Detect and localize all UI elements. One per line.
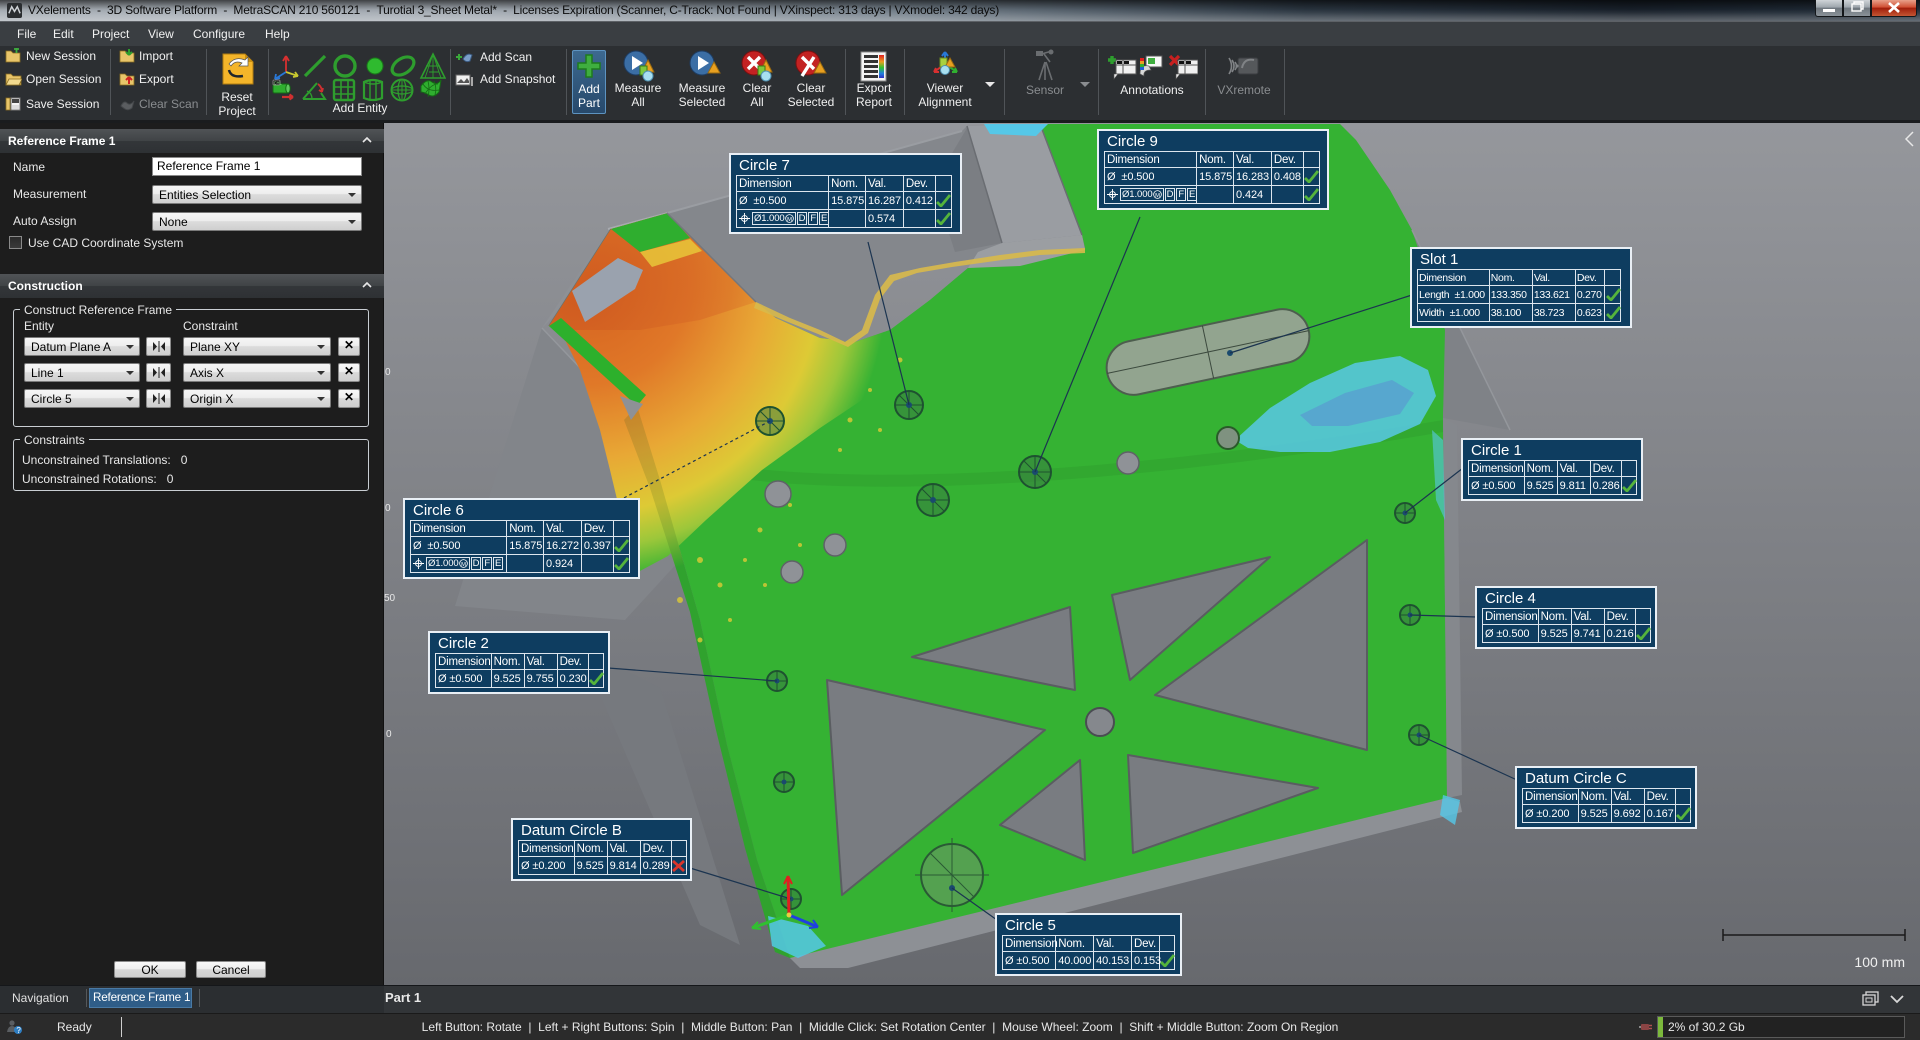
svg-text:M: M <box>1155 193 1160 199</box>
svg-text:100 mm: 100 mm <box>1854 954 1905 970</box>
svg-text:0: 0 <box>385 503 391 514</box>
svg-text:M: M <box>787 217 792 223</box>
svg-text:CYL: CYL <box>274 80 283 85</box>
svg-text:50: 50 <box>384 593 396 604</box>
svg-text:M: M <box>461 562 466 568</box>
svg-text:0: 0 <box>385 367 391 378</box>
svg-text:0: 0 <box>386 729 392 740</box>
